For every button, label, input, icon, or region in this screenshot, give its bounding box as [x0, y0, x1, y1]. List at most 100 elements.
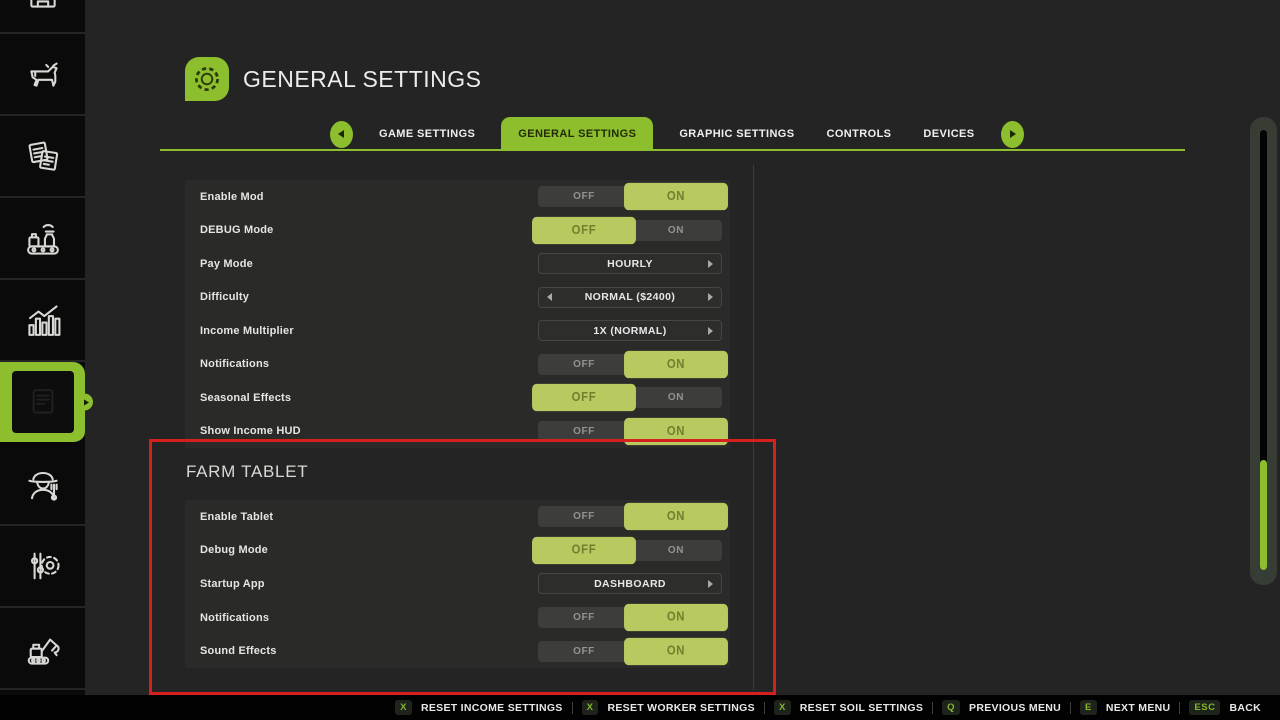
- arrow-right-icon: [84, 399, 89, 405]
- toggle-option-on[interactable]: ON: [624, 604, 728, 631]
- key-badge: E: [1080, 700, 1097, 715]
- select-value: NORMAL ($2400): [585, 291, 676, 303]
- sidebar-item-finances[interactable]: [0, 0, 85, 34]
- excavator-icon: [21, 626, 65, 670]
- setting-label: Startup App: [200, 578, 265, 590]
- statistics-icon: [21, 298, 65, 342]
- sidebar-item-workers[interactable]: [0, 444, 85, 526]
- toggle-option-off[interactable]: OFF: [538, 607, 630, 628]
- cow-icon: [21, 52, 65, 96]
- setting-row-income-multiplier: Income Multiplier1X (NORMAL): [185, 314, 730, 348]
- setting-row-show-income-hud: Show Income HUDOFFON: [185, 415, 730, 449]
- toggle-option-on[interactable]: ON: [630, 387, 722, 408]
- sidebar-item-production[interactable]: [0, 198, 85, 280]
- hotkey-reset-worker-settings[interactable]: X RESET WORKER SETTINGS: [573, 700, 764, 715]
- toggle-option-on[interactable]: ON: [624, 183, 728, 210]
- settings-panel-main: Enable ModOFFONDEBUG ModeOFFONPay ModeHO…: [185, 180, 730, 448]
- toggle-option-off[interactable]: OFF: [538, 641, 630, 662]
- hotkey-label: RESET INCOME SETTINGS: [421, 702, 563, 714]
- toggle-option-off[interactable]: OFF: [532, 537, 636, 564]
- hotkey-bar: X RESET INCOME SETTINGSX RESET WORKER SE…: [0, 695, 1280, 720]
- hotkey-next-menu[interactable]: E NEXT MENU: [1071, 700, 1179, 715]
- scrollbar-track[interactable]: [1260, 130, 1267, 570]
- select-next-icon[interactable]: [708, 260, 713, 268]
- hotkey-label: NEXT MENU: [1106, 702, 1171, 714]
- setting-label: Enable Mod: [200, 191, 264, 203]
- toggle-option-on[interactable]: ON: [624, 503, 728, 530]
- setting-row-sound-effects: Sound Effects OFFON: [185, 634, 730, 668]
- select-value: HOURLY: [607, 258, 653, 270]
- toggle-option-off[interactable]: OFF: [532, 217, 636, 244]
- toggle-debug-mode: OFFON: [538, 220, 722, 241]
- select-startup-app[interactable]: DASHBOARD: [538, 573, 722, 594]
- key-badge: X: [774, 700, 791, 715]
- hotkey-label: PREVIOUS MENU: [969, 702, 1061, 714]
- settings-app-badge: [185, 57, 229, 101]
- key-badge: X: [395, 700, 412, 715]
- select-difficulty[interactable]: NORMAL ($2400): [538, 287, 722, 308]
- sidebar-item-mod-settings[interactable]: [0, 526, 85, 608]
- toggle-option-off[interactable]: OFF: [538, 354, 630, 375]
- toggle-notifications: OFFON: [538, 607, 722, 628]
- select-next-icon[interactable]: [708, 327, 713, 335]
- select-income-multiplier[interactable]: 1X (NORMAL): [538, 320, 722, 341]
- toggle-option-off[interactable]: OFF: [532, 384, 636, 411]
- setting-row-difficulty: Difficulty NORMAL ($2400): [185, 281, 730, 315]
- select-value: DASHBOARD: [594, 578, 666, 590]
- screen: GENERAL SETTINGS GAME SETTINGS GENERAL SE…: [0, 0, 1280, 720]
- tab-general-settings[interactable]: GENERAL SETTINGS: [501, 117, 653, 151]
- hotkey-label: BACK: [1229, 702, 1261, 714]
- tab-underline: [160, 149, 1185, 151]
- sidebar-item-farm-tablet[interactable]: [0, 362, 85, 444]
- toggle-option-on[interactable]: ON: [630, 220, 722, 241]
- chevron-right-icon: [1010, 130, 1016, 138]
- toggle-option-on[interactable]: ON: [624, 638, 728, 665]
- setting-row-debug-mode: DEBUG ModeOFFON: [185, 214, 730, 248]
- hotkey-reset-income-settings[interactable]: X RESET INCOME SETTINGS: [386, 700, 572, 715]
- scrollbar-thumb[interactable]: [1260, 460, 1267, 570]
- gear-icon: [189, 61, 225, 97]
- toggle-option-on[interactable]: ON: [624, 351, 728, 378]
- sidebar-item-vehicles[interactable]: [0, 608, 85, 690]
- select-next-icon[interactable]: [708, 580, 713, 588]
- farm-tablet-section-heading: FARM TABLET: [186, 462, 308, 482]
- setting-row-notifications: NotificationsOFFON: [185, 348, 730, 382]
- hotkey-reset-soil-settings[interactable]: X RESET SOIL SETTINGS: [765, 700, 932, 715]
- setting-row-enable-tablet: Enable Tablet OFFON: [185, 500, 730, 534]
- tab-graphic-settings[interactable]: GRAPHIC SETTINGS: [673, 117, 800, 151]
- documents-icon: [21, 134, 65, 178]
- tuning-icon: [21, 544, 65, 588]
- select-value: 1X (NORMAL): [593, 325, 666, 337]
- toggle-option-on[interactable]: ON: [624, 418, 728, 445]
- setting-row-debug-mode: Debug ModeOFFON: [185, 534, 730, 568]
- select-prev-icon[interactable]: [547, 293, 552, 301]
- page-scrollbar[interactable]: [1250, 117, 1277, 585]
- key-badge: ESC: [1189, 700, 1220, 715]
- tab-controls[interactable]: CONTROLS: [821, 117, 898, 151]
- sidebar-item-statistics[interactable]: [0, 280, 85, 362]
- select-next-icon[interactable]: [708, 293, 713, 301]
- sidebar-item-contracts[interactable]: [0, 116, 85, 198]
- toggle-option-off[interactable]: OFF: [538, 186, 630, 207]
- sidebar-item-animals[interactable]: [0, 34, 85, 116]
- setting-label: Difficulty: [200, 291, 249, 303]
- chevron-left-icon: [338, 130, 344, 138]
- tab-devices[interactable]: DEVICES: [917, 117, 980, 151]
- hotkey-back[interactable]: ESC BACK: [1180, 700, 1270, 715]
- toggle-option-off[interactable]: OFF: [538, 421, 630, 442]
- toggle-option-on[interactable]: ON: [630, 540, 722, 561]
- setting-label: Seasonal Effects: [200, 392, 291, 404]
- key-badge: X: [582, 700, 599, 715]
- tabs-next-button[interactable]: [1001, 121, 1024, 148]
- tabs-prev-button[interactable]: [330, 121, 353, 148]
- select-pay-mode[interactable]: HOURLY: [538, 253, 722, 274]
- page-header: GENERAL SETTINGS: [185, 57, 481, 101]
- toggle-option-off[interactable]: OFF: [538, 506, 630, 527]
- setting-row-seasonal-effects: Seasonal Effects OFFON: [185, 381, 730, 415]
- setting-label: Pay Mode: [200, 258, 253, 270]
- hotkey-label: RESET SOIL SETTINGS: [800, 702, 923, 714]
- setting-label: Enable Tablet: [200, 511, 273, 523]
- tab-game-settings[interactable]: GAME SETTINGS: [373, 117, 481, 151]
- setting-label: Sound Effects: [200, 645, 277, 657]
- hotkey-previous-menu[interactable]: Q PREVIOUS MENU: [933, 700, 1070, 715]
